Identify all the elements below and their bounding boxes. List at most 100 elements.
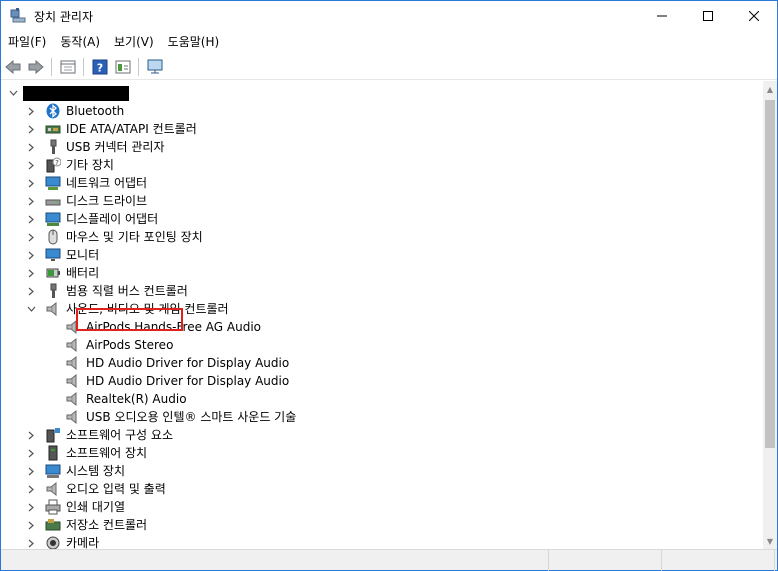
tree-category[interactable]: 디스플레이 어댑터 (25, 210, 158, 228)
unknown-device-icon: ? (45, 157, 61, 173)
device-tree[interactable]: Bluetooth IDE ATA/ATAPI 컨트롤러 USB 커넥터 관리자 ? 기… (1, 81, 763, 549)
chevron-right-icon[interactable] (25, 174, 37, 192)
tree-device-label: AirPods Stereo (86, 338, 174, 352)
tree-category-label: 네트워크 어댑터 (66, 176, 148, 190)
tree-category-label: 카메라 (66, 536, 100, 549)
menu-help[interactable]: 도움말(H) (161, 31, 227, 53)
tree-device-label: USB 오디오용 인텔® 스마트 사운드 기술 (86, 410, 297, 424)
vertical-scrollbar[interactable]: ▲ ▼ (763, 81, 777, 549)
tree-category[interactable]: 저장소 컨트롤러 (25, 516, 147, 534)
svg-text:?: ? (97, 61, 103, 74)
help-button[interactable]: ? (89, 56, 111, 78)
tree-device-label: Realtek(R) Audio (86, 392, 187, 406)
tree-device-highlighted[interactable]: Realtek(R) Audio (51, 390, 187, 408)
battery-icon (45, 265, 61, 281)
chevron-right-icon[interactable] (25, 444, 37, 462)
chevron-right-icon[interactable] (25, 192, 37, 210)
title-bar[interactable]: 장치 관리자 (1, 1, 777, 31)
chevron-right-icon[interactable] (25, 534, 37, 549)
speaker-icon (45, 481, 61, 497)
monitor-scan-icon (147, 59, 163, 73)
tree-category[interactable]: 배터리 (25, 264, 99, 282)
chevron-right-icon[interactable] (25, 156, 37, 174)
tree-category[interactable]: ? 기타 장치 (25, 156, 114, 174)
chevron-right-icon[interactable] (25, 102, 37, 120)
chevron-right-icon[interactable] (25, 228, 37, 246)
tree-category-label: 디스플레이 어댑터 (66, 212, 159, 226)
chevron-right-icon[interactable] (25, 282, 37, 300)
speaker-icon (65, 355, 81, 371)
chevron-down-icon[interactable] (25, 300, 37, 318)
menu-file[interactable]: 파일(F) (1, 31, 53, 53)
tree-category[interactable]: 오디오 입력 및 출력 (25, 480, 166, 498)
chevron-right-icon[interactable] (25, 246, 37, 264)
menu-view[interactable]: 보기(V) (107, 31, 161, 53)
close-button[interactable] (731, 1, 777, 31)
properties-button[interactable] (57, 56, 79, 78)
tree-category[interactable]: 시스템 장치 (25, 462, 125, 480)
chevron-right-icon[interactable] (25, 480, 37, 498)
tree-category-label: IDE ATA/ATAPI 컨트롤러 (66, 122, 197, 136)
status-bar (1, 549, 777, 571)
tree-category-label: 저장소 컨트롤러 (66, 518, 148, 532)
tree-device-label: AirPods Hands-Free AG Audio (86, 320, 261, 334)
camera-icon (45, 535, 61, 549)
tree-category[interactable]: 소프트웨어 장치 (25, 444, 147, 462)
usb-icon (45, 283, 61, 299)
properties-icon (60, 60, 76, 73)
svg-text:?: ? (55, 159, 59, 167)
chevron-right-icon[interactable] (25, 516, 37, 534)
tree-device[interactable]: HD Audio Driver for Display Audio (51, 354, 289, 372)
tree-device[interactable]: USB 오디오용 인텔® 스마트 사운드 기술 (51, 408, 296, 426)
tree-device-label: HD Audio Driver for Display Audio (86, 356, 290, 370)
tree-category[interactable]: 인쇄 대기열 (25, 498, 125, 516)
chevron-down-icon[interactable] (7, 84, 19, 102)
tree-category[interactable]: IDE ATA/ATAPI 컨트롤러 (25, 120, 197, 138)
tree-category[interactable]: USB 커넥터 관리자 (25, 138, 165, 156)
toolbar: ? (1, 54, 777, 80)
tree-device[interactable]: HD Audio Driver for Display Audio (51, 372, 289, 390)
maximize-button[interactable] (685, 1, 731, 31)
chevron-right-icon[interactable] (25, 210, 37, 228)
tree-category[interactable]: Bluetooth (25, 102, 124, 120)
disk-drive-icon (45, 193, 61, 209)
chevron-right-icon[interactable] (25, 498, 37, 516)
tree-category[interactable]: 카메라 (25, 534, 99, 549)
scroll-up-icon[interactable]: ▲ (763, 81, 777, 97)
chevron-right-icon[interactable] (25, 120, 37, 138)
chevron-right-icon[interactable] (25, 462, 37, 480)
tree-category[interactable]: 디스크 드라이브 (25, 192, 147, 210)
tree-root[interactable] (7, 84, 129, 102)
forward-arrow-icon (28, 59, 44, 74)
status-cell (662, 550, 775, 571)
scroll-down-icon[interactable]: ▼ (763, 533, 777, 549)
tree-category[interactable]: 소프트웨어 구성 요소 (25, 426, 173, 444)
redacted-computer-name (23, 85, 129, 101)
tree-category[interactable]: 범용 직렬 버스 컨트롤러 (25, 282, 188, 300)
monitor-icon (45, 247, 61, 263)
tree-category[interactable]: 네트워크 어댑터 (25, 174, 147, 192)
chevron-right-icon[interactable] (25, 426, 37, 444)
tree-category[interactable]: 마우스 및 기타 포인팅 장치 (25, 228, 203, 246)
tree-category-label: USB 커넥터 관리자 (66, 140, 165, 154)
minimize-button[interactable] (639, 1, 685, 31)
printer-icon (45, 499, 61, 515)
speaker-icon (65, 319, 81, 335)
tree-category[interactable]: 사운드, 비디오 및 게임 컨트롤러 (25, 300, 229, 318)
tree-device[interactable]: AirPods Stereo (51, 336, 173, 354)
view-icon (115, 60, 131, 73)
tree-category-label: 디스크 드라이브 (66, 194, 148, 208)
menu-bar: 파일(F) 동작(A) 보기(V) 도움말(H) (1, 31, 777, 53)
scrollbar-thumb[interactable] (765, 100, 775, 448)
view-button[interactable] (112, 56, 134, 78)
menu-action[interactable]: 동작(A) (53, 31, 107, 53)
scan-hardware-button[interactable] (144, 56, 166, 78)
chevron-right-icon[interactable] (25, 138, 37, 156)
chevron-right-icon[interactable] (25, 264, 37, 282)
tree-category[interactable]: 모니터 (25, 246, 99, 264)
forward-button[interactable] (25, 56, 47, 78)
back-button[interactable] (2, 56, 24, 78)
tree-device[interactable]: AirPods Hands-Free AG Audio (51, 318, 261, 336)
